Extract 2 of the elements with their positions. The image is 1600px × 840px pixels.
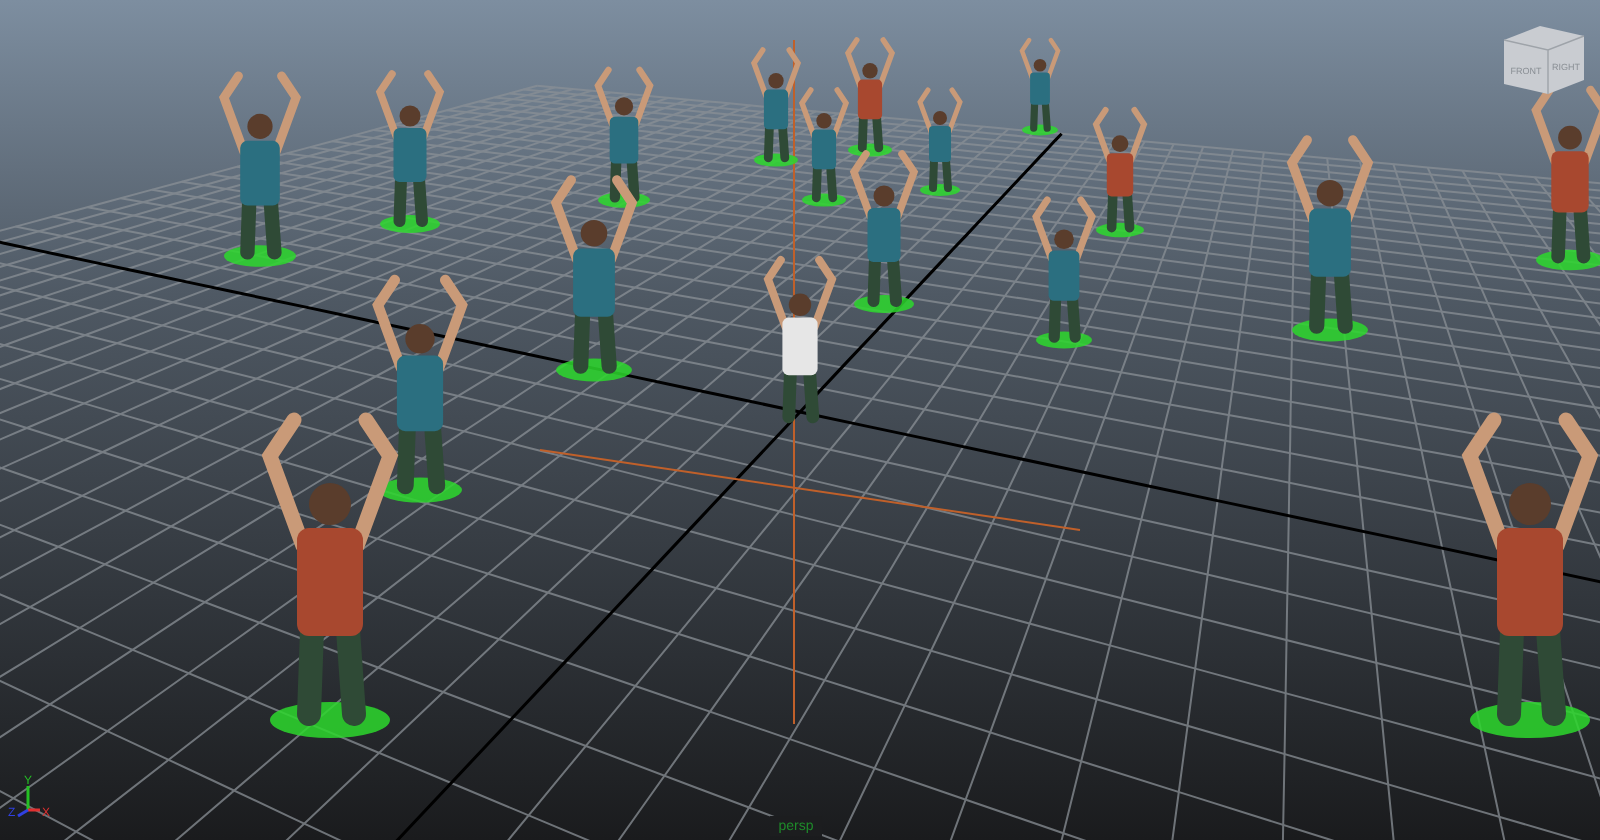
view-cube[interactable]	[1503, 26, 1585, 95]
axis-gizmo-icon	[17, 786, 40, 818]
